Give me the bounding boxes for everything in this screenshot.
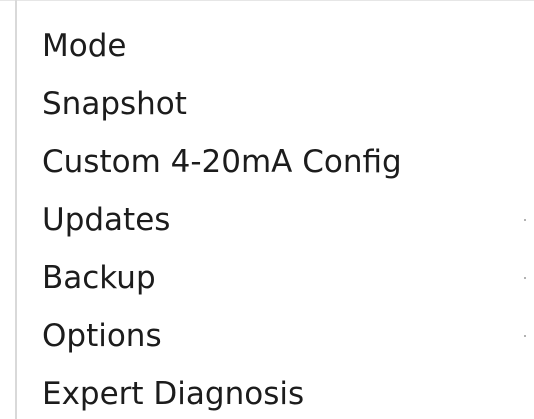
menu-item-label: Snapshot: [42, 86, 187, 122]
menu-item-options[interactable]: Options: [42, 307, 526, 365]
menu-item-label: Custom 4-20mA Config: [42, 144, 402, 180]
menu-item-expert-diagnosis[interactable]: Expert Diagnosis: [42, 365, 522, 419]
chevron-right-icon: [524, 335, 526, 337]
menu-left-border: [15, 0, 17, 419]
chevron-right-icon: [524, 219, 526, 221]
menu-top-border: [0, 0, 534, 1]
menu-item-label: Expert Diagnosis: [42, 376, 305, 412]
menu-item-label: Options: [42, 318, 162, 354]
menu-item-backup[interactable]: Backup: [42, 249, 526, 307]
menu-item-label: Backup: [42, 260, 156, 296]
menu-item-label: Mode: [42, 28, 127, 64]
menu-list: Mode Snapshot Custom 4-20mA Config Updat…: [42, 17, 526, 419]
menu-item-mode[interactable]: Mode: [42, 17, 522, 75]
menu-item-custom-4-20ma-config[interactable]: Custom 4-20mA Config: [42, 133, 522, 191]
menu-item-updates[interactable]: Updates: [42, 191, 526, 249]
chevron-right-icon: [524, 277, 526, 279]
context-menu: Mode Snapshot Custom 4-20mA Config Updat…: [0, 0, 534, 419]
menu-item-snapshot[interactable]: Snapshot: [42, 75, 522, 133]
menu-item-label: Updates: [42, 202, 171, 238]
